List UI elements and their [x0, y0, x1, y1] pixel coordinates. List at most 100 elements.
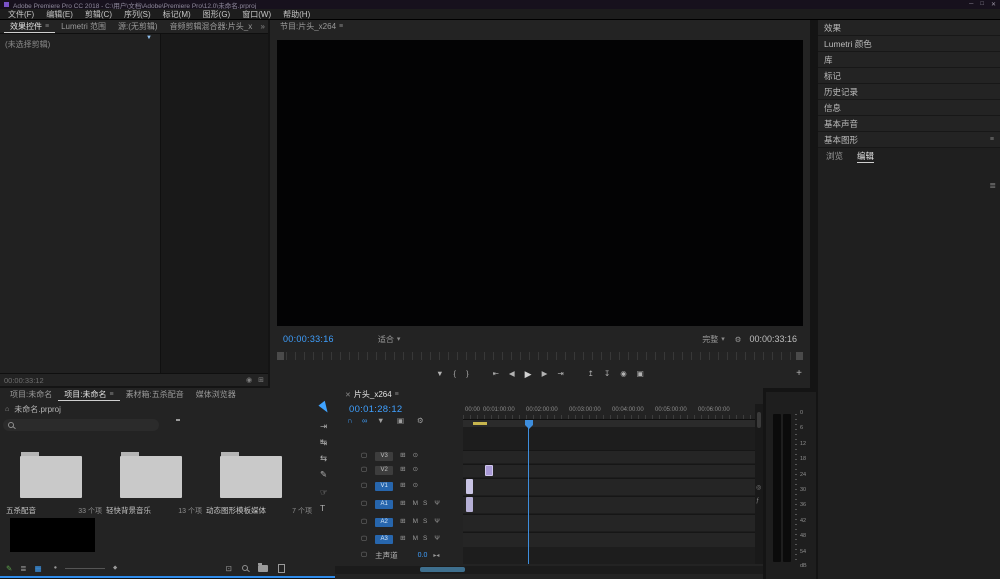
- program-current-timecode[interactable]: 00:00:33:16: [283, 334, 334, 344]
- mini-timeline-playhead-icon[interactable]: ▼: [146, 35, 152, 41]
- fx-badge-icon[interactable]: ƒ: [756, 498, 759, 504]
- panel-options-icon[interactable]: ≣: [989, 181, 996, 190]
- lock-icon[interactable]: ▢: [361, 552, 367, 559]
- track-target-v1[interactable]: V1: [375, 482, 393, 491]
- linked-selection-icon[interactable]: ∞: [362, 417, 367, 425]
- panel-menu-icon[interactable]: ≡: [395, 391, 399, 398]
- list-view-button[interactable]: ≣: [20, 564, 26, 573]
- timeline-ruler[interactable]: 00:00 00:01:00:00 00:02:00:00 00:03:00:0…: [463, 404, 755, 420]
- mark-out-button[interactable]: }: [466, 370, 469, 378]
- scrub-handle-right[interactable]: [796, 352, 803, 360]
- panel-header-history[interactable]: 历史记录: [818, 84, 1000, 100]
- master-level-value[interactable]: 0.0: [418, 552, 428, 559]
- settings-wrench-icon[interactable]: ⚙: [735, 335, 742, 344]
- track-target-a2[interactable]: A2: [375, 518, 393, 527]
- timeline-vertical-scrollbar[interactable]: ◎ ƒ: [755, 404, 763, 564]
- voiceover-mic-icon[interactable]: Ψ: [434, 519, 439, 526]
- add-marker-button[interactable]: ▼: [436, 370, 443, 378]
- lock-icon[interactable]: ▢: [361, 501, 367, 508]
- track-lane-a2[interactable]: [463, 514, 755, 531]
- panel-header-info[interactable]: 信息: [818, 100, 1000, 116]
- track-lane-v3[interactable]: [463, 450, 755, 463]
- menu-sequence[interactable]: 序列(S): [118, 9, 157, 20]
- tab-browse[interactable]: 浏览: [826, 150, 843, 162]
- track-lane-a1[interactable]: [463, 496, 755, 513]
- panel-menu-icon[interactable]: ≡: [109, 391, 113, 398]
- solo-button[interactable]: S: [423, 501, 427, 508]
- keyframe-grid-icon[interactable]: ⊞: [258, 376, 264, 384]
- work-area-segment[interactable]: [473, 422, 487, 425]
- tab-bin-wusha[interactable]: 素材箱:五杀配音: [120, 389, 190, 400]
- ripple-edit-tool[interactable]: ↹: [320, 438, 327, 447]
- extract-button[interactable]: ↧: [604, 370, 610, 378]
- track-visibility-eye-icon[interactable]: ⊙: [413, 467, 418, 474]
- bin-item[interactable]: 轻快背景音乐 13 个项: [104, 446, 202, 518]
- close-sequence-icon[interactable]: ✕: [345, 391, 351, 399]
- automate-to-sequence-button[interactable]: ⊡: [226, 564, 232, 573]
- lock-icon[interactable]: ▢: [361, 536, 367, 543]
- track-target-v3[interactable]: V3: [375, 452, 393, 461]
- scrollbar-handle[interactable]: [757, 412, 761, 428]
- new-item-button[interactable]: [278, 564, 285, 573]
- sync-lock-icon[interactable]: ⊞: [400, 453, 405, 460]
- tab-project-2[interactable]: 项目:未命名 ≡: [58, 389, 119, 401]
- tab-program[interactable]: 节目:片头_x264 ≡: [274, 21, 349, 32]
- track-target-a1[interactable]: A1: [375, 500, 393, 509]
- scrollbar-handle[interactable]: [420, 567, 465, 572]
- video-clip[interactable]: [485, 465, 493, 476]
- sync-lock-icon[interactable]: ⊞: [400, 519, 405, 526]
- menu-edit[interactable]: 编辑(E): [40, 9, 79, 20]
- tab-effect-controls[interactable]: 效果控件 ≡: [4, 21, 55, 33]
- track-visibility-eye-icon[interactable]: ⊙: [413, 453, 418, 460]
- maximize-button[interactable]: □: [980, 1, 984, 8]
- lift-button[interactable]: ↥: [588, 370, 594, 378]
- track-lane-a3[interactable]: [463, 532, 755, 547]
- tab-source-monitor[interactable]: 源:(无剪辑): [112, 21, 164, 32]
- panel-menu-icon[interactable]: ≡: [45, 23, 49, 30]
- sync-lock-icon[interactable]: ⊞: [400, 536, 405, 543]
- mute-button[interactable]: M: [413, 519, 418, 526]
- menu-markers[interactable]: 标记(M): [157, 9, 197, 20]
- zoom-slider-handle[interactable]: ●: [54, 565, 57, 571]
- panel-header-libraries[interactable]: 库: [818, 52, 1000, 68]
- step-forward-button[interactable]: ▶: [542, 370, 548, 378]
- minimize-button[interactable]: ─: [969, 1, 973, 8]
- panel-header-essential-graphics[interactable]: 基本图形 ≡: [818, 132, 1000, 148]
- track-target-v2[interactable]: V2: [375, 466, 393, 475]
- track-select-forward-tool[interactable]: ⇥: [320, 422, 327, 431]
- nest-toggle-icon[interactable]: ▣: [397, 417, 404, 425]
- go-to-in-button[interactable]: ⇤: [493, 370, 499, 378]
- voiceover-mic-icon[interactable]: Ψ: [434, 501, 439, 508]
- playback-resolution-select[interactable]: 完整 ▾: [702, 334, 725, 345]
- tab-media-browser[interactable]: 媒体浏览器: [190, 389, 242, 400]
- lock-icon[interactable]: ▢: [361, 519, 367, 526]
- lock-icon[interactable]: ▢: [361, 453, 367, 460]
- track-target-a3[interactable]: A3: [375, 535, 393, 544]
- lock-icon[interactable]: ▢: [361, 483, 367, 490]
- timeline-settings-wrench-icon[interactable]: ⚙: [417, 417, 424, 425]
- solo-button[interactable]: S: [423, 536, 427, 543]
- breadcrumb-project-name[interactable]: 未命名.prproj: [14, 404, 61, 415]
- audio-clip[interactable]: [466, 497, 473, 512]
- step-back-button[interactable]: ◀: [509, 370, 515, 378]
- panel-header-effects[interactable]: 效果: [818, 20, 1000, 36]
- go-to-out-button[interactable]: ⇥: [557, 370, 563, 378]
- type-tool[interactable]: T: [320, 504, 325, 513]
- voiceover-mic-icon[interactable]: Ψ: [434, 536, 439, 543]
- search-box[interactable]: [3, 419, 159, 431]
- panel-header-essential-sound[interactable]: 基本声音: [818, 116, 1000, 132]
- panel-menu-icon[interactable]: ≡: [339, 23, 343, 30]
- add-button[interactable]: +: [796, 368, 802, 379]
- track-lane-v1[interactable]: [463, 478, 755, 495]
- export-frame-button[interactable]: ◉: [620, 370, 627, 378]
- selection-tool[interactable]: [318, 401, 331, 415]
- program-scrubber[interactable]: [277, 352, 803, 360]
- timeline-timecode[interactable]: 00:01:28:12: [349, 404, 403, 415]
- effect-controls-divider[interactable]: [160, 34, 161, 374]
- mark-in-button[interactable]: {: [454, 370, 457, 378]
- sync-lock-icon[interactable]: ⊞: [400, 483, 405, 490]
- solo-button[interactable]: S: [423, 519, 427, 526]
- close-button[interactable]: ✕: [991, 1, 996, 8]
- tab-audio-clip-mixer[interactable]: 音频剪辑混合器:片头_x: [164, 21, 259, 32]
- project-writable-icon[interactable]: ✎: [6, 564, 12, 573]
